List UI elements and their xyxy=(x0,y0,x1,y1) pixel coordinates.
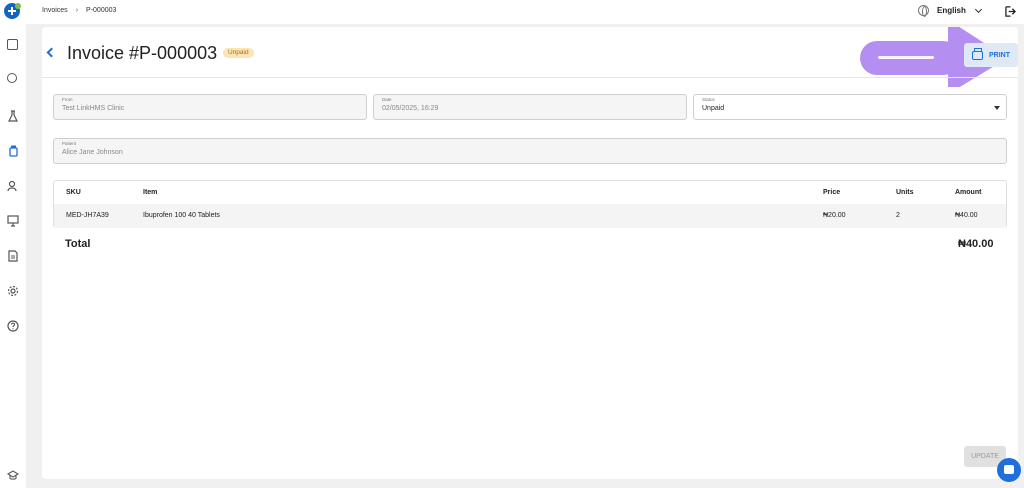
print-label: PRINT xyxy=(989,51,1010,59)
sidebar-item-reports[interactable] xyxy=(7,249,19,262)
row-sku: MED-JH7A39 xyxy=(66,212,109,219)
globe-icon xyxy=(918,5,929,17)
sidebar-item-education[interactable] xyxy=(6,468,20,480)
date-label: Date xyxy=(382,97,392,102)
chat-icon[interactable] xyxy=(997,458,1021,482)
top-bar: Invoices › P-000003 English xyxy=(0,0,1024,24)
graduation-cap-icon xyxy=(6,470,20,480)
status-value: Unpaid xyxy=(702,105,725,112)
sidebar-item-lab[interactable] xyxy=(7,109,19,122)
header-price: Price xyxy=(823,189,841,196)
user-icon xyxy=(7,73,17,83)
language-selector[interactable]: English xyxy=(918,5,982,17)
row-price: ₦20.00 xyxy=(823,212,846,219)
from-value: Test LinkHMS Clinic xyxy=(62,105,125,112)
sidebar-item-dashboard[interactable] xyxy=(7,39,19,51)
flask-icon xyxy=(8,110,18,122)
status-label: Status xyxy=(702,97,715,102)
monitor-icon xyxy=(7,215,19,227)
dropdown-arrow-icon xyxy=(994,106,1000,110)
table-header: SKU Item Price Units Amount xyxy=(54,181,1006,204)
sidebar-item-settings[interactable] xyxy=(7,284,19,297)
row-item: Ibuprofen 100 40 Tablets xyxy=(143,212,220,219)
breadcrumb-invoices[interactable]: Invoices xyxy=(42,7,68,14)
row-amount: ₦40.00 xyxy=(955,212,978,219)
logout-icon[interactable] xyxy=(1005,6,1016,17)
patient-label: Patient xyxy=(62,141,77,146)
status-select[interactable]: Status Unpaid xyxy=(693,94,1007,120)
table-row[interactable]: MED-JH7A39 Ibuprofen 100 40 Tablets ₦20.… xyxy=(54,204,1006,228)
patient-field: Patient Alice Jane Johnson xyxy=(53,138,1007,164)
date-field: Date 02/05/2025, 16:29 xyxy=(373,94,687,120)
sidebar-item-patients[interactable] xyxy=(7,73,19,85)
printer-icon xyxy=(972,47,983,60)
header-units: Units xyxy=(896,189,914,196)
row-units: 2 xyxy=(896,212,900,219)
date-value: 02/05/2025, 16:29 xyxy=(382,105,439,112)
app-logo-icon[interactable] xyxy=(4,3,21,19)
sidebar-item-help[interactable] xyxy=(7,319,19,332)
dashboard-icon xyxy=(7,39,18,50)
divider xyxy=(42,77,1018,78)
chevron-down-icon xyxy=(974,5,982,13)
breadcrumb-current: P-000003 xyxy=(86,7,117,14)
total-value: ₦40.00 xyxy=(958,238,994,250)
document-icon xyxy=(8,250,18,262)
breadcrumb: Invoices › P-000003 xyxy=(42,7,116,14)
breadcrumb-separator: › xyxy=(75,7,79,14)
print-button[interactable]: PRINT xyxy=(964,43,1018,67)
back-arrow-icon[interactable] xyxy=(46,47,57,58)
invoice-items-table: SKU Item Price Units Amount MED-JH7A39 I… xyxy=(53,180,1007,228)
users-gear-icon xyxy=(7,180,17,192)
total-label: Total xyxy=(65,238,91,250)
gear-icon xyxy=(7,285,19,297)
sidebar-item-monitor[interactable] xyxy=(7,214,19,227)
header-amount: Amount xyxy=(955,189,982,196)
header-item: Item xyxy=(143,189,158,196)
medicine-bottle-icon xyxy=(9,145,18,157)
patient-value: Alice Jane Johnson xyxy=(62,149,123,156)
sidebar-item-staff[interactable] xyxy=(7,179,19,192)
from-label: From xyxy=(62,97,73,102)
sidebar xyxy=(0,24,26,488)
page-title: Invoice #P-000003 xyxy=(67,43,218,63)
status-badge: Unpaid xyxy=(223,48,254,58)
header-sku: SKU xyxy=(66,189,81,196)
language-label: English xyxy=(937,6,966,15)
invoice-card: Invoice #P-000003 Unpaid PRINT From Test… xyxy=(42,27,1018,479)
from-field: From Test LinkHMS Clinic xyxy=(53,94,367,120)
sidebar-item-pharmacy[interactable] xyxy=(7,144,19,157)
help-icon xyxy=(7,320,19,332)
